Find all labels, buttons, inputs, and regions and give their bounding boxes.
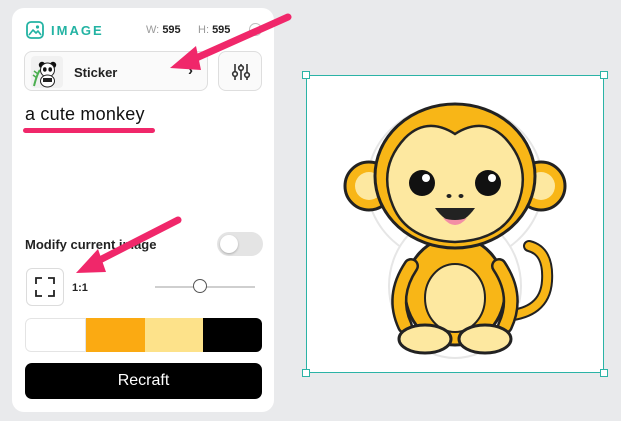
resize-handle-bottom-left[interactable]	[302, 369, 310, 377]
prompt-input[interactable]: a cute monkey	[25, 104, 145, 125]
image-panel: IMAGE W: 595 H: 595 Sticker › a cute mon…	[12, 8, 274, 412]
panel-title: IMAGE	[51, 23, 104, 38]
height-label: H:	[198, 24, 209, 36]
image-icon	[26, 21, 44, 39]
canvas-selection-frame[interactable]	[302, 71, 608, 377]
aspect-ratio-button[interactable]	[26, 268, 64, 306]
aspect-ratio-label: 1:1	[72, 282, 88, 294]
chevron-right-icon: ›	[188, 62, 193, 79]
width-value: 595	[162, 24, 181, 36]
color-swatch-1[interactable]	[25, 318, 86, 352]
resize-handle-top-left[interactable]	[302, 71, 310, 79]
style-label: Sticker	[74, 65, 118, 80]
color-palette[interactable]	[25, 318, 262, 352]
monkey-sticker-image[interactable]	[307, 76, 603, 372]
color-swatch-4[interactable]	[203, 318, 262, 352]
height-value: 595	[212, 24, 231, 36]
modify-image-toggle[interactable]	[217, 232, 263, 256]
toggle-knob	[220, 235, 238, 253]
style-selector-button[interactable]: Sticker ›	[24, 51, 208, 91]
aspect-ratio-slider-thumb[interactable]	[193, 279, 207, 293]
panda-sticker-icon	[31, 56, 63, 88]
color-swatch-2[interactable]	[85, 318, 145, 352]
sliders-icon	[231, 64, 251, 80]
width-label: W:	[146, 24, 160, 36]
height-field[interactable]: H: 595	[198, 24, 230, 36]
recraft-button[interactable]: Recraft	[25, 363, 262, 399]
prompt-underline-annotation	[23, 128, 155, 133]
style-settings-button[interactable]	[218, 51, 262, 91]
resize-handle-top-right[interactable]	[600, 71, 608, 79]
width-field[interactable]: W: 595	[146, 24, 181, 36]
info-icon[interactable]	[249, 23, 262, 36]
color-swatch-3[interactable]	[144, 318, 204, 352]
aspect-ratio-icon	[35, 277, 55, 297]
resize-handle-bottom-right[interactable]	[600, 369, 608, 377]
modify-image-label: Modify current image	[25, 237, 157, 252]
